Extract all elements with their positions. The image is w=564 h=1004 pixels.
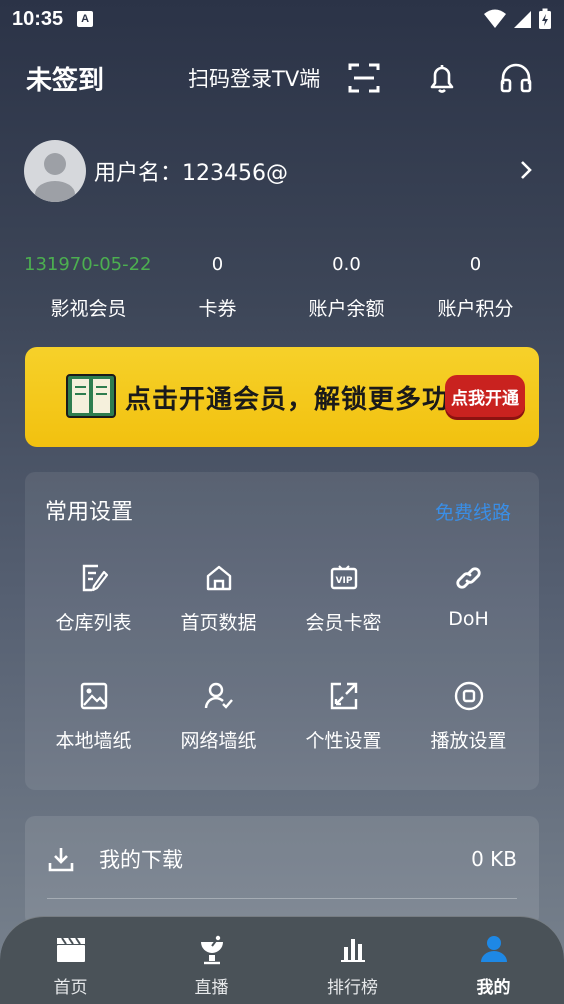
setting-label: 仓库列表 bbox=[55, 612, 132, 634]
downloads-size: 0 KB bbox=[471, 847, 517, 871]
stat-label: 卡券 bbox=[198, 298, 237, 320]
home-icon bbox=[206, 565, 231, 591]
default-avatar-icon bbox=[35, 153, 75, 202]
setting-doh[interactable]: DoH bbox=[406, 562, 531, 680]
setting-personalization[interactable]: 个性设置 bbox=[281, 680, 406, 798]
setting-label: 个性设置 bbox=[305, 730, 382, 752]
person-icon bbox=[480, 936, 507, 962]
download-icon bbox=[48, 848, 74, 872]
user-profile-row[interactable]: 用户名：123456@ bbox=[24, 140, 540, 202]
stat-value: 131970-05-22 bbox=[24, 254, 152, 275]
settings-grid: 仓库列表 首页数据 VIP 会员卡密 DoH 本地墙纸 网络墙纸 个性设置 播放… bbox=[25, 562, 539, 798]
setting-label: 会员卡密 bbox=[305, 612, 382, 634]
satellite-icon bbox=[200, 935, 223, 965]
vip-promo-banner[interactable]: 点击开通会员，解锁更多功能 点我开通 bbox=[25, 347, 539, 447]
setting-label: 本地墙纸 bbox=[55, 730, 132, 752]
my-downloads-row[interactable]: 我的下载 0 KB bbox=[47, 844, 517, 874]
scan-icon[interactable] bbox=[346, 60, 382, 96]
headset-icon[interactable] bbox=[498, 60, 534, 96]
stat-value: 0 bbox=[469, 254, 482, 275]
status-time: 10:35 bbox=[12, 7, 64, 30]
setting-vip-card[interactable]: VIP 会员卡密 bbox=[281, 562, 406, 680]
stat-label: 账户余额 bbox=[308, 298, 385, 320]
setting-label: 播放设置 bbox=[430, 730, 507, 752]
account-stats: 131970-05-22 影视会员 0 卡券 0.0 账户余额 0 账户积分 bbox=[24, 250, 540, 321]
tab-home[interactable]: 首页 bbox=[0, 917, 141, 1004]
setting-repo-list[interactable]: 仓库列表 bbox=[31, 562, 156, 680]
scan-login-tv-link[interactable]: 扫码登录TV端 bbox=[188, 63, 320, 93]
setting-label: 首页数据 bbox=[180, 612, 257, 634]
link-icon bbox=[455, 567, 481, 589]
open-vip-button[interactable]: 点我开通 bbox=[445, 375, 525, 417]
vip-card-icon: VIP bbox=[330, 565, 357, 590]
tab-label: 直播 bbox=[194, 978, 229, 998]
free-route-link[interactable]: 免费线路 bbox=[435, 498, 511, 525]
bell-icon[interactable] bbox=[424, 60, 460, 96]
setting-local-wallpaper[interactable]: 本地墙纸 bbox=[31, 680, 156, 798]
setting-home-data[interactable]: 首页数据 bbox=[156, 562, 281, 680]
tab-label: 排行榜 bbox=[327, 978, 378, 998]
expand-icon bbox=[330, 682, 357, 710]
stat-points[interactable]: 0 账户积分 bbox=[411, 250, 540, 321]
avatar[interactable] bbox=[24, 140, 86, 202]
stat-coupons[interactable]: 0 卡券 bbox=[153, 250, 282, 321]
stat-label: 账户积分 bbox=[437, 298, 514, 320]
sign-in-status[interactable]: 未签到 bbox=[26, 60, 104, 97]
notification-a-icon: A bbox=[77, 11, 94, 27]
wifi-icon bbox=[484, 9, 506, 28]
clapperboard-icon bbox=[56, 937, 85, 962]
signal-icon bbox=[514, 11, 531, 28]
stop-circle-icon bbox=[454, 681, 483, 711]
stat-value: 0.0 bbox=[332, 254, 361, 275]
status-bar: 10:35 A bbox=[0, 0, 564, 38]
tab-mine[interactable]: 我的 bbox=[423, 917, 564, 1004]
header: 未签到 扫码登录TV端 bbox=[0, 50, 564, 106]
setting-label: 网络墙纸 bbox=[180, 730, 257, 752]
image-icon bbox=[80, 682, 107, 710]
username: 用户名：123456@ bbox=[94, 161, 288, 186]
tab-ranking[interactable]: 排行榜 bbox=[282, 917, 423, 1004]
chevron-right-icon[interactable] bbox=[518, 158, 534, 182]
bottom-tab-bar: 首页 直播 排行榜 我的 bbox=[0, 916, 564, 1004]
status-icons bbox=[484, 8, 552, 30]
banner-text: 点击开通会员，解锁更多功能 bbox=[125, 385, 477, 415]
user-check-icon bbox=[204, 682, 233, 709]
settings-title: 常用设置 bbox=[45, 500, 134, 525]
tab-label: 我的 bbox=[476, 978, 511, 998]
stat-value: 0 bbox=[211, 254, 224, 275]
divider bbox=[47, 898, 517, 899]
downloads-label: 我的下载 bbox=[99, 848, 183, 872]
setting-label: DoH bbox=[448, 608, 489, 630]
book-icon bbox=[66, 374, 116, 418]
edit-doc-icon bbox=[82, 564, 108, 592]
setting-playback[interactable]: 播放设置 bbox=[406, 680, 531, 798]
stat-balance[interactable]: 0.0 账户余额 bbox=[282, 250, 411, 321]
svg-text:VIP: VIP bbox=[335, 576, 352, 586]
stat-label: 影视会员 bbox=[50, 298, 127, 320]
tab-live[interactable]: 直播 bbox=[141, 917, 282, 1004]
stat-vip[interactable]: 131970-05-22 影视会员 bbox=[24, 250, 153, 321]
battery-icon bbox=[539, 8, 551, 29]
common-settings-card: 常用设置 免费线路 仓库列表 首页数据 VIP 会员卡密 DoH 本地墙纸 网络… bbox=[25, 472, 539, 790]
downloads-card: 我的下载 0 KB bbox=[25, 816, 539, 926]
bar-chart-icon bbox=[340, 939, 365, 962]
tab-label: 首页 bbox=[53, 978, 88, 998]
setting-network-wallpaper[interactable]: 网络墙纸 bbox=[156, 680, 281, 798]
